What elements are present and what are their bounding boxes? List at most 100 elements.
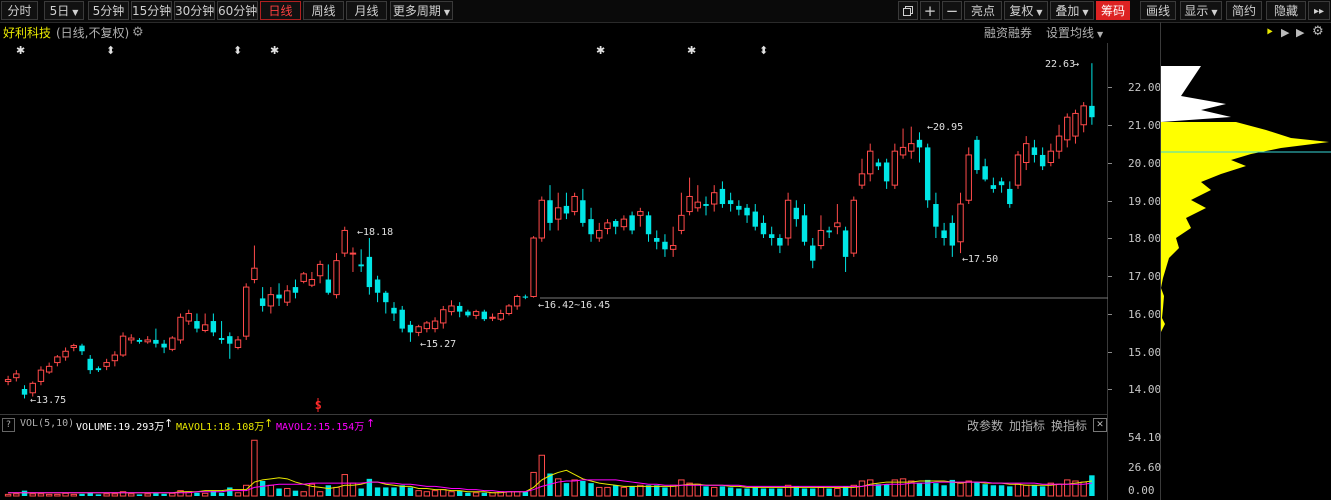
period-tab-intraday[interactable]: 分时 bbox=[1, 1, 38, 20]
draw-line-button[interactable]: 画线 bbox=[1140, 1, 1176, 20]
volume-bar[interactable] bbox=[580, 480, 586, 496]
volume-bar[interactable] bbox=[325, 485, 332, 496]
candle-body[interactable] bbox=[924, 147, 931, 201]
candle-body[interactable] bbox=[620, 218, 628, 228]
volume-bar[interactable] bbox=[1014, 483, 1022, 497]
volume-bar[interactable] bbox=[744, 488, 750, 496]
volume-bar[interactable] bbox=[662, 487, 668, 496]
gear-icon[interactable]: ⚙ bbox=[132, 24, 144, 42]
candle-body[interactable] bbox=[678, 214, 685, 231]
switch-indicator-button[interactable]: 换指标 bbox=[1051, 417, 1087, 434]
volume-bar[interactable] bbox=[784, 484, 792, 497]
volume-bar[interactable] bbox=[875, 484, 882, 496]
volume-bar[interactable] bbox=[366, 478, 373, 496]
collapse-panel-icon[interactable]: ▸▸ bbox=[1308, 1, 1330, 20]
candle-body[interactable] bbox=[201, 324, 209, 331]
candle-body[interactable] bbox=[957, 203, 964, 243]
volume-bar[interactable] bbox=[79, 493, 85, 496]
window-icon[interactable] bbox=[898, 1, 918, 20]
candle-body[interactable] bbox=[596, 229, 603, 239]
add-indicator-button[interactable]: 加指标 bbox=[1009, 417, 1045, 434]
candle-body[interactable] bbox=[669, 245, 677, 250]
candle-body[interactable] bbox=[686, 195, 693, 213]
period-tab-30min[interactable]: 30分钟 bbox=[174, 1, 215, 20]
candle-body[interactable] bbox=[662, 241, 668, 250]
candle-body[interactable] bbox=[784, 199, 792, 239]
candle-body[interactable] bbox=[694, 201, 701, 209]
candle-body[interactable] bbox=[530, 237, 537, 298]
volume-bar[interactable] bbox=[103, 493, 110, 497]
simple-mode-button[interactable]: 简约 bbox=[1226, 1, 1262, 20]
volume-bar[interactable] bbox=[161, 493, 167, 496]
volume-bar[interactable] bbox=[620, 486, 628, 497]
volume-bar[interactable] bbox=[571, 479, 578, 497]
candle-body[interactable] bbox=[834, 222, 841, 228]
candle-body[interactable] bbox=[325, 279, 332, 293]
volume-bar[interactable] bbox=[1039, 486, 1046, 496]
volume-bar[interactable] bbox=[629, 486, 635, 496]
volume-bar[interactable] bbox=[227, 487, 233, 496]
candle-body[interactable] bbox=[703, 204, 709, 206]
candle-body[interactable] bbox=[563, 205, 570, 214]
candle-body[interactable] bbox=[13, 373, 20, 379]
candle-body[interactable] bbox=[4, 379, 12, 382]
volume-bar[interactable] bbox=[399, 485, 405, 496]
candle-body[interactable] bbox=[744, 207, 750, 216]
candle-body[interactable] bbox=[817, 229, 825, 247]
candle-body[interactable] bbox=[974, 139, 980, 171]
volume-bar[interactable] bbox=[440, 489, 447, 497]
volume-bar[interactable] bbox=[563, 483, 570, 496]
candle-body[interactable] bbox=[719, 188, 726, 205]
volume-bar[interactable] bbox=[391, 487, 397, 496]
volume-bar[interactable] bbox=[1023, 484, 1030, 497]
volume-bar[interactable] bbox=[924, 479, 931, 496]
volume-bar[interactable] bbox=[965, 480, 972, 497]
candle-body[interactable] bbox=[604, 222, 611, 230]
candle-body[interactable] bbox=[1014, 154, 1022, 186]
candle-body[interactable] bbox=[883, 162, 890, 182]
volume-bar[interactable] bbox=[916, 483, 923, 496]
volume-bar[interactable] bbox=[218, 492, 225, 496]
candle-body[interactable] bbox=[29, 382, 36, 394]
candle-body[interactable] bbox=[349, 252, 357, 255]
candle-body[interactable] bbox=[777, 238, 783, 246]
volume-bar[interactable] bbox=[768, 488, 775, 496]
volume-bar[interactable] bbox=[415, 490, 422, 497]
candle-body[interactable] bbox=[998, 181, 1005, 186]
adjust-rights-dropdown[interactable]: 复权 ▼ bbox=[1004, 1, 1048, 20]
candle-body[interactable] bbox=[949, 222, 956, 246]
volume-bar[interactable] bbox=[588, 483, 594, 496]
volume-bar[interactable] bbox=[990, 485, 997, 496]
candle-body[interactable] bbox=[867, 150, 874, 175]
candle-body[interactable] bbox=[1007, 188, 1013, 205]
candle-body[interactable] bbox=[144, 339, 151, 343]
volume-bar[interactable] bbox=[1089, 475, 1095, 496]
zoom-in-icon[interactable]: + bbox=[920, 1, 940, 20]
chip-flag-icon[interactable]: ⯈ bbox=[1265, 26, 1274, 40]
candle-body[interactable] bbox=[366, 256, 373, 288]
period-tab-5day[interactable]: 5日 ▼ bbox=[44, 1, 84, 20]
candle-body[interactable] bbox=[1055, 135, 1063, 152]
candle-body[interactable] bbox=[210, 321, 217, 333]
candle-body[interactable] bbox=[300, 273, 307, 282]
candle-body[interactable] bbox=[194, 321, 200, 329]
candle-body[interactable] bbox=[62, 350, 69, 358]
volume-bar[interactable] bbox=[654, 485, 660, 496]
volume-bar[interactable] bbox=[777, 488, 783, 496]
volume-bar[interactable] bbox=[374, 487, 381, 496]
volume-bar[interactable] bbox=[423, 491, 431, 497]
candle-body[interactable] bbox=[497, 313, 504, 320]
candle-body[interactable] bbox=[637, 211, 644, 216]
volume-bar[interactable] bbox=[95, 494, 102, 496]
candle-body[interactable] bbox=[891, 150, 899, 186]
volume-bar[interactable] bbox=[70, 493, 77, 497]
candle-body[interactable] bbox=[87, 358, 93, 371]
candle-body[interactable] bbox=[79, 345, 85, 352]
volume-bar[interactable] bbox=[276, 488, 282, 496]
chip-next-icon[interactable]: ▶ bbox=[1296, 26, 1304, 39]
candle-body[interactable] bbox=[37, 369, 45, 382]
candle-body[interactable] bbox=[391, 307, 397, 314]
volume-bar[interactable] bbox=[54, 493, 61, 497]
candle-body[interactable] bbox=[850, 199, 857, 254]
volume-bar[interactable] bbox=[678, 479, 685, 497]
